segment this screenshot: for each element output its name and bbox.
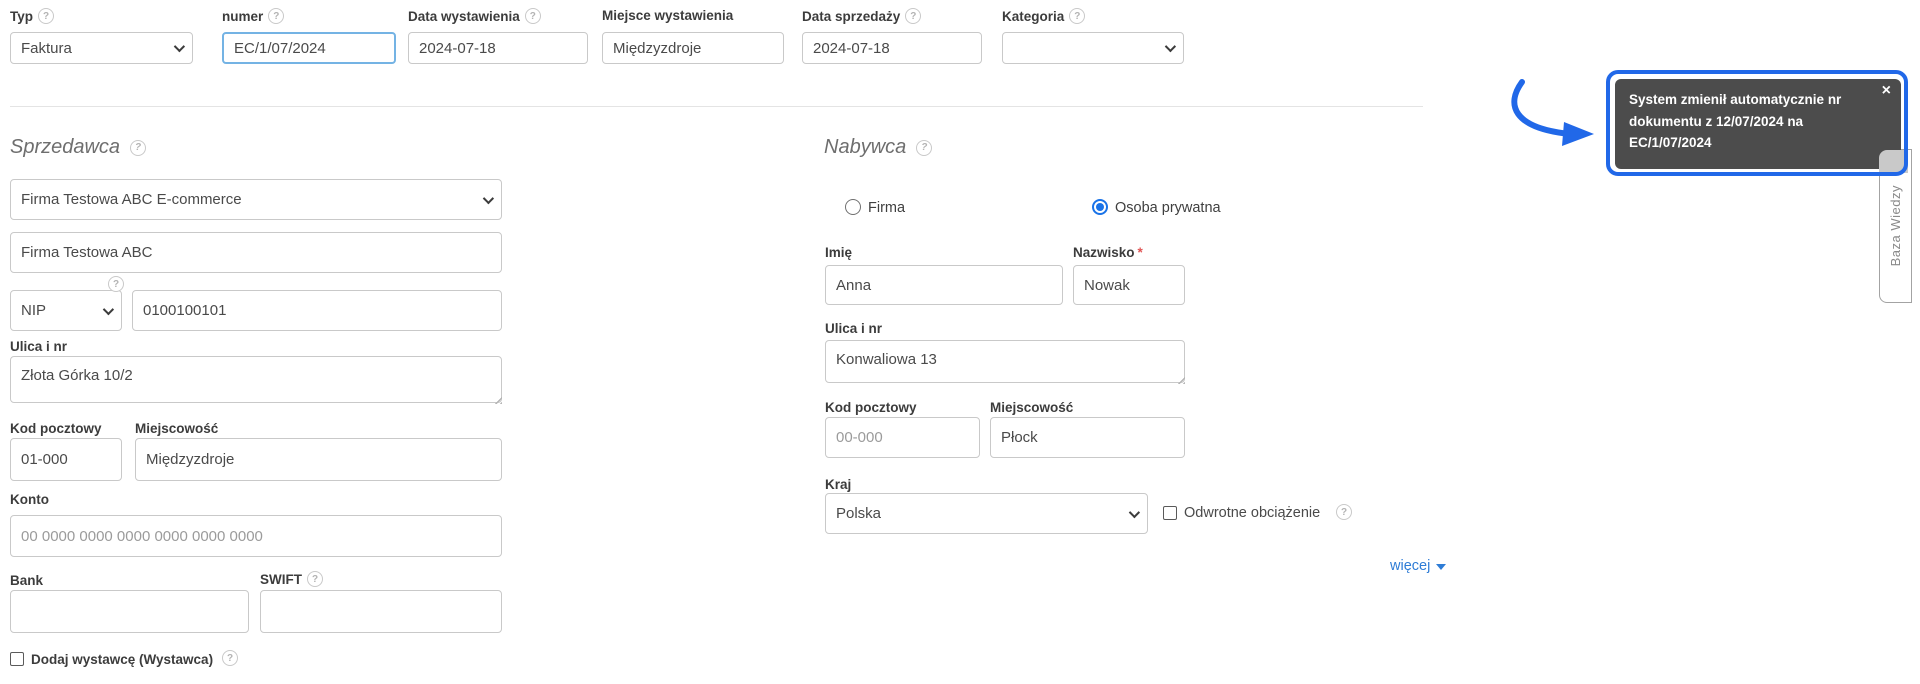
buyer-street-textarea[interactable]: Konwaliowa 13 — [825, 340, 1185, 383]
country-select-value: Polska — [836, 505, 882, 522]
seller-postal-input[interactable] — [10, 438, 122, 481]
chevron-down-icon — [173, 40, 186, 53]
sale-date-label-row: Data sprzedaży ? — [802, 8, 922, 24]
seller-name-input[interactable] — [10, 232, 502, 273]
seller-city-label: Miejscowość — [135, 421, 219, 436]
numer-label-row: numer ? — [222, 8, 285, 24]
issue-date-input[interactable] — [408, 32, 588, 64]
last-name-label: Nazwisko * — [1073, 245, 1143, 260]
issue-date-label-row: Data wystawienia ? — [408, 8, 541, 24]
tax-id-type-select[interactable]: NIP — [10, 290, 122, 331]
category-select[interactable] — [1002, 32, 1184, 64]
help-icon[interactable]: ? — [222, 650, 238, 666]
chevron-down-icon — [482, 192, 495, 204]
seller-city-input[interactable] — [135, 438, 502, 481]
sale-date-label: Data sprzedaży — [802, 8, 901, 24]
typ-label-row: Typ ? — [10, 8, 54, 24]
add-issuer-checkbox[interactable] — [10, 652, 24, 666]
buyer-heading: Nabywca — [824, 136, 907, 158]
help-icon[interactable]: ? — [108, 276, 124, 292]
invoice-form-page: Typ ? Faktura numer ? Data wystawienia ?… — [0, 0, 1920, 684]
help-icon[interactable]: ? — [38, 8, 54, 24]
buyer-type-private-label[interactable]: Osoba prywatna — [1115, 200, 1221, 216]
buyer-postal-input[interactable] — [825, 417, 980, 458]
issue-date-label: Data wystawienia — [408, 8, 520, 24]
knowledge-base-tab-shade — [1879, 150, 1908, 173]
last-name-input[interactable] — [1073, 265, 1185, 305]
numer-label: numer — [222, 8, 264, 24]
seller-heading-row: Sprzedawca ? — [10, 136, 147, 159]
buyer-type-firma-label[interactable]: Firma — [868, 200, 905, 216]
swift-input[interactable] — [260, 590, 502, 633]
bank-label: Bank — [10, 573, 44, 588]
country-select[interactable]: Polska — [825, 493, 1148, 534]
typ-select-value: Faktura — [21, 39, 72, 57]
help-icon[interactable]: ? — [1069, 8, 1086, 24]
chevron-down-icon — [102, 303, 115, 315]
swift-label: SWIFT — [260, 571, 302, 587]
numer-input[interactable] — [222, 32, 396, 64]
more-link[interactable]: więcej — [1390, 558, 1447, 574]
seller-heading: Sprzedawca — [10, 136, 121, 158]
seller-street-label: Ulica i nr — [10, 339, 68, 354]
notification-text: System zmienił automatycznie nr dokument… — [1629, 92, 1842, 151]
category-label-row: Kategoria ? — [1002, 8, 1086, 24]
help-icon[interactable]: ? — [524, 8, 541, 24]
help-icon[interactable]: ? — [916, 139, 933, 156]
issue-place-label-row: Miejsce wystawienia — [602, 8, 733, 23]
help-icon[interactable]: ? — [130, 139, 147, 156]
bank-input[interactable] — [10, 590, 249, 633]
swift-label-row: SWIFT ? — [260, 571, 323, 587]
help-icon[interactable]: ? — [1336, 504, 1352, 520]
radio-dot — [1096, 203, 1104, 211]
country-label: Kraj — [825, 477, 852, 492]
reverse-charge-label: Odwrotne obciążenie — [1184, 505, 1321, 521]
help-icon[interactable]: ? — [905, 8, 922, 24]
typ-label: Typ — [10, 8, 33, 24]
chevron-down-icon — [1164, 40, 1177, 53]
help-icon[interactable]: ? — [268, 8, 285, 24]
first-name-input[interactable] — [825, 265, 1063, 305]
seller-postal-label: Kod pocztowy — [10, 421, 102, 436]
buyer-street-label: Ulica i nr — [825, 321, 883, 336]
category-label: Kategoria — [1002, 8, 1065, 24]
notification-tooltip: System zmienił automatycznie nr dokument… — [1615, 79, 1901, 169]
buyer-type-radio-private[interactable] — [1092, 199, 1108, 215]
caret-down-icon — [1436, 564, 1447, 570]
tax-id-input[interactable] — [132, 290, 502, 331]
issue-place-input[interactable] — [602, 32, 784, 64]
reverse-charge-checkbox[interactable] — [1163, 506, 1177, 520]
buyer-postal-label: Kod pocztowy — [825, 400, 917, 415]
buyer-heading-row: Nabywca ? — [824, 136, 933, 159]
annotation-arrow-icon — [1511, 79, 1594, 146]
typ-select[interactable]: Faktura — [10, 32, 193, 64]
close-icon[interactable]: × — [1882, 83, 1891, 99]
seller-street-textarea[interactable]: Złota Górka 10/2 — [10, 356, 502, 403]
buyer-city-input[interactable] — [990, 417, 1185, 458]
tax-id-type-value: NIP — [21, 302, 47, 319]
required-asterisk: * — [1137, 245, 1143, 260]
seller-company-select[interactable]: Firma Testowa ABC E-commerce — [10, 179, 502, 220]
sale-date-input[interactable] — [802, 32, 982, 64]
more-link-label: więcej — [1390, 558, 1431, 574]
account-label: Konto — [10, 492, 49, 507]
first-name-label: Imię — [825, 245, 853, 260]
chevron-down-icon — [1128, 506, 1141, 518]
add-issuer-label: Dodaj wystawcę (Wystawca) — [31, 652, 214, 667]
seller-company-select-value: Firma Testowa ABC E-commerce — [21, 191, 242, 208]
help-icon[interactable]: ? — [307, 571, 323, 587]
buyer-type-radio-firma[interactable] — [845, 199, 861, 215]
issue-place-label: Miejsce wystawienia — [602, 8, 734, 23]
section-divider — [10, 106, 1423, 107]
knowledge-base-tab-label: Baza Wiedzy — [1888, 185, 1903, 267]
buyer-city-label: Miejscowość — [990, 400, 1074, 415]
account-input[interactable] — [10, 515, 502, 557]
